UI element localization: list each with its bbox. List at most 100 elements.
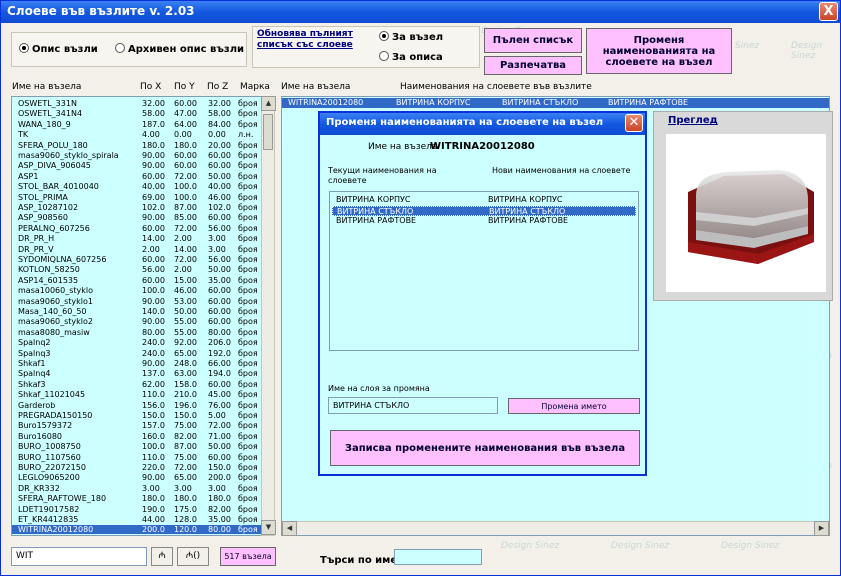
cell: броя: [238, 369, 258, 379]
list-item[interactable]: SYDOMIQLNA_607256 60.00 72.00 56.00 броя: [12, 255, 261, 264]
list-item[interactable]: masa9060_styklo2 90.00 55.00 60.00 броя: [12, 317, 261, 327]
list-item[interactable]: SFERA_RAFTOWE_180 180.0 180.0 180.0 броя: [12, 494, 261, 503]
cell: 60.00: [208, 286, 231, 296]
cell: 46.00: [208, 192, 231, 202]
cell: 90.00: [142, 151, 165, 160]
list-item[interactable]: Shkaf1 90.00 248.0 66.00 броя: [12, 359, 261, 368]
list-item[interactable]: SFERA_POLU_180 180.0 180.0 20.00 броя: [12, 140, 261, 150]
rename-layers-button[interactable]: Променя наименованията на слоевете на въ…: [586, 28, 732, 74]
list-item[interactable]: STOL_PRIMA 69.00 100.0 46.00 броя: [12, 192, 261, 202]
cell: броя: [238, 504, 258, 514]
find-next-icon[interactable]: ₼(): [177, 547, 209, 566]
refresh-link[interactable]: Обновява пълният списък със слоеве: [257, 29, 357, 51]
cell: 3.00: [208, 483, 226, 493]
radio-za-opisa[interactable]: За описа: [379, 51, 443, 63]
list-item[interactable]: WITRINA20012080 200.0 120.0 80.00 броя: [12, 525, 261, 535]
cell: BURO_1008750: [18, 442, 81, 452]
list-item[interactable]: WANA_180_9 187.0 64.00 84.00 броя: [12, 120, 261, 129]
list-item[interactable]: BURO_22072150 220.0 72.00 150.0 броя: [12, 463, 261, 472]
cell: 82.00: [208, 504, 231, 514]
header-brand: Марка: [240, 82, 270, 92]
list-item[interactable]: DR_KR332 3.00 3.00 3.00 броя: [12, 483, 261, 493]
list-item[interactable]: Masa_140_60_50 140.0 50.00 60.00 броя: [12, 307, 261, 316]
search-input[interactable]: WIT: [11, 547, 147, 566]
list-item[interactable]: ASP14_601535 60.00 15.00 35.00 броя: [12, 276, 261, 285]
rename-button[interactable]: Промена името: [508, 398, 640, 414]
layer-rename-row[interactable]: ВИТРИНА КОРПУС ВИТРИНА КОРПУС: [332, 195, 636, 205]
cell: 3.00: [208, 234, 226, 244]
scroll-right-icon[interactable]: ▶: [814, 521, 829, 536]
close-button[interactable]: X: [819, 2, 838, 21]
list-item[interactable]: masa8080_masiw 80.00 55.00 80.00 броя: [12, 327, 261, 337]
list-item[interactable]: masa9060_styklo_spirala 90.00 60.00 60.00 бр…: [12, 151, 261, 160]
cell: 2.00: [142, 244, 160, 254]
cell: броя: [238, 296, 258, 306]
radio-arhiven-opis[interactable]: Архивен опис възли: [115, 43, 244, 55]
layer-rename-row[interactable]: ВИТРИНА СТЪКЛО ВИТРИНА СТЪКЛО: [332, 205, 636, 216]
print-button[interactable]: Разпечатва: [484, 56, 582, 75]
list-item[interactable]: DR_PR_H 14.00 2.00 3.00 броя: [12, 234, 261, 244]
list-item[interactable]: ET_KR4412835 44.00 128.0 35.00 броя: [12, 515, 261, 524]
cell: 65.00: [174, 348, 197, 358]
list-item[interactable]: Buro16080 160.0 82.00 71.00 броя: [12, 432, 261, 441]
change-layer-input[interactable]: ВИТРИНА СТЪКЛО: [328, 397, 498, 414]
layers-row[interactable]: WITRINA20012080 ВИТРИНА КОРПУС ВИТРИНА С…: [282, 98, 829, 108]
layer-rename-list[interactable]: ВИТРИНА КОРПУС ВИТРИНА КОРПУС ВИТРИНА СТЪК…: [329, 191, 639, 351]
layer-cell: ВИТРИНА СТЪКЛО: [337, 206, 414, 216]
list-item[interactable]: LEGLO9065200 90.00 65.00 200.0 броя: [12, 473, 261, 482]
list-item[interactable]: OSWETL_341N4 58.00 47.00 58.00 броя: [12, 109, 261, 118]
list-item[interactable]: STOL_BAR_4010040 40.00 100.0 40.00 броя: [12, 182, 261, 192]
cell: 180.0: [174, 140, 197, 150]
dialog-close-button[interactable]: ✕: [625, 114, 643, 132]
h-scrollbar[interactable]: ◀ ▶: [282, 521, 829, 536]
list-item[interactable]: Shkaf3 62.00 158.0 60.00 броя: [12, 379, 261, 389]
cell: 55.00: [174, 327, 197, 337]
node-list[interactable]: OSWETL_331N 32.00 60.00 32.00 броя OSWETL_341…: [11, 96, 262, 536]
search-by-name-input[interactable]: [394, 549, 482, 565]
list-item[interactable]: PERALNQ_607256 60.00 72.00 56.00 броя: [12, 224, 261, 233]
list-item[interactable]: ASP_DIVA_906045 90.00 60.00 60.00 броя: [12, 161, 261, 171]
cell: 60.00: [208, 317, 231, 327]
list-item[interactable]: masa9060_styklo1 90.00 53.00 60.00 броя: [12, 296, 261, 306]
cell: 158.0: [174, 379, 197, 389]
cell-layer: ВИТРИНА КОРПУС: [396, 98, 471, 107]
list-item[interactable]: ASP_10287102 102.0 87.00 102.0 броя: [12, 203, 261, 212]
list-item[interactable]: KOTLON_58250 56.00 2.00 50.00 броя: [12, 265, 261, 274]
scroll-up-icon[interactable]: ▲: [261, 96, 276, 111]
scroll-thumb[interactable]: [263, 114, 273, 150]
list-item[interactable]: Spalnq4 137.0 63.00 194.0 броя: [12, 369, 261, 379]
list-item[interactable]: ASP_908560 90.00 85.00 60.00 броя: [12, 213, 261, 222]
cell: броя: [238, 307, 258, 316]
scroll-down-icon[interactable]: ▼: [261, 520, 276, 535]
list-item[interactable]: Garderob 156.0 196.0 76.00 броя: [12, 401, 261, 410]
find-icon[interactable]: ₼: [151, 547, 173, 566]
list-item[interactable]: BURO_1008750 100.0 87.00 50.00 броя: [12, 442, 261, 452]
list-item[interactable]: Buro1579372 157.0 75.00 72.00 броя: [12, 421, 261, 430]
list-item[interactable]: DR_PR_V 2.00 14.00 3.00 броя: [12, 244, 261, 254]
list-item[interactable]: Spalnq2 240.0 92.00 206.0 броя: [12, 338, 261, 347]
list-item[interactable]: Shkaf_11021045 110.0 210.0 45.00 броя: [12, 390, 261, 399]
cell: TK: [18, 130, 29, 140]
preview-label[interactable]: Преглед: [668, 115, 718, 126]
cell: SYDOMIQLNA_607256: [18, 255, 107, 264]
list-item[interactable]: ASP1 60.00 72.00 50.00 броя: [12, 172, 261, 181]
cell: 100.0: [174, 182, 197, 192]
list-item[interactable]: OSWETL_331N 32.00 60.00 32.00 броя: [12, 99, 261, 108]
radio-opis-vazli[interactable]: Опис възли: [19, 43, 98, 55]
list-item[interactable]: Spalnq3 240.0 65.00 192.0 броя: [12, 348, 261, 358]
layer-rename-row[interactable]: ВИТРИНА РАФТОВЕ ВИТРИНА РАФТОВЕ: [332, 216, 636, 226]
full-list-button[interactable]: Пълен списък: [484, 28, 582, 53]
list-scrollbar[interactable]: ▲ ▼: [261, 96, 276, 536]
save-names-button[interactable]: Записва променените наименования във въз…: [330, 430, 640, 466]
cell: 240.0: [142, 348, 165, 358]
list-item[interactable]: PREGRADA150150 150.0 150.0 5.00 броя: [12, 411, 261, 420]
scroll-left-icon[interactable]: ◀: [282, 521, 297, 536]
list-item[interactable]: TK 4.00 0.00 0.00 л.н.: [12, 130, 261, 140]
radio-za-vazel[interactable]: За възел: [379, 31, 443, 43]
cell: DR_PR_V: [18, 244, 54, 254]
cell: STOL_PRIMA: [18, 192, 68, 202]
list-item[interactable]: LDET19017582 190.0 175.0 82.00 броя: [12, 504, 261, 514]
cell: 60.00: [174, 161, 197, 171]
list-item[interactable]: BURO_1107560 110.0 75.00 60.00 броя: [12, 453, 261, 462]
list-item[interactable]: masa10060_styklo 100.0 46.00 60.00 броя: [12, 286, 261, 296]
